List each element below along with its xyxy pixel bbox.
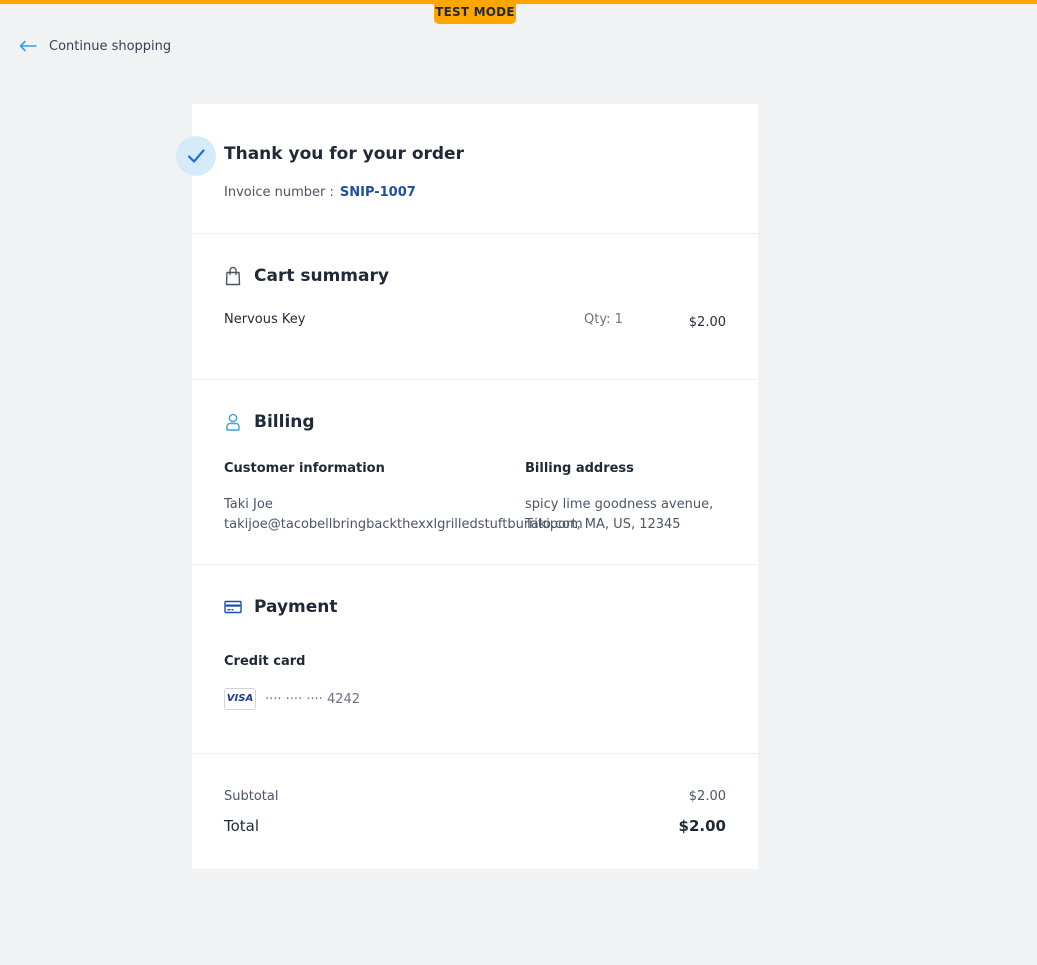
billing-address-line2: Takiport, MA, US, 12345	[525, 517, 681, 532]
invoice-label: Invoice number :	[224, 185, 334, 200]
billing-section: Billing Customer information Taki Joe ta…	[192, 380, 758, 565]
cart-summary-heading: Cart summary	[254, 266, 389, 286]
test-mode-badge: TEST MODE	[434, 0, 516, 24]
payment-header: Payment	[224, 597, 338, 617]
billing-header: Billing	[224, 412, 315, 432]
line-item-qty: Qty: 1	[584, 312, 623, 327]
invoice-row: Invoice number : SNIP-1007	[224, 185, 416, 200]
totals-section: Subtotal $2.00 Total $2.00	[192, 754, 758, 869]
payment-method: Credit card	[224, 654, 306, 669]
invoice-number: SNIP-1007	[339, 185, 416, 200]
line-item-price: $2.00	[688, 315, 726, 330]
billing-address-title: Billing address	[525, 461, 634, 476]
payment-section: Payment Credit card VISA ···· ···· ···· …	[192, 565, 758, 754]
shopping-bag-icon	[224, 266, 242, 286]
subtotal-label: Subtotal	[224, 789, 279, 804]
page-title: Thank you for your order	[224, 144, 464, 164]
card-number: ···· ···· ···· 4242	[265, 691, 361, 707]
cart-summary-section: Cart summary Nervous Key Qty: 1 $2.00	[192, 234, 758, 380]
card-row: VISA ···· ···· ···· 4242	[224, 688, 360, 710]
visa-logo: VISA	[224, 688, 256, 710]
arrow-left-icon	[18, 40, 38, 52]
subtotal-value: $2.00	[688, 789, 726, 804]
line-item-name: Nervous Key	[224, 312, 306, 327]
cart-summary-header: Cart summary	[224, 266, 389, 286]
billing-address-line1: spicy lime goodness avenue,	[525, 497, 714, 512]
confirmation-section: Thank you for your order Invoice number …	[176, 104, 758, 234]
order-confirmation-card: Thank you for your order Invoice number …	[176, 104, 758, 869]
test-mode-bar	[0, 0, 1037, 4]
credit-card-icon	[224, 600, 242, 614]
payment-heading: Payment	[254, 597, 338, 617]
continue-shopping-link[interactable]: Continue shopping	[18, 36, 171, 56]
total-value: $2.00	[678, 817, 726, 835]
customer-information-title: Customer information	[224, 461, 385, 476]
continue-shopping-label: Continue shopping	[49, 38, 172, 54]
billing-heading: Billing	[254, 412, 315, 432]
user-icon	[224, 412, 242, 432]
checkmark-icon	[176, 136, 216, 176]
customer-name: Taki Joe	[224, 497, 273, 512]
total-label: Total	[224, 817, 260, 835]
